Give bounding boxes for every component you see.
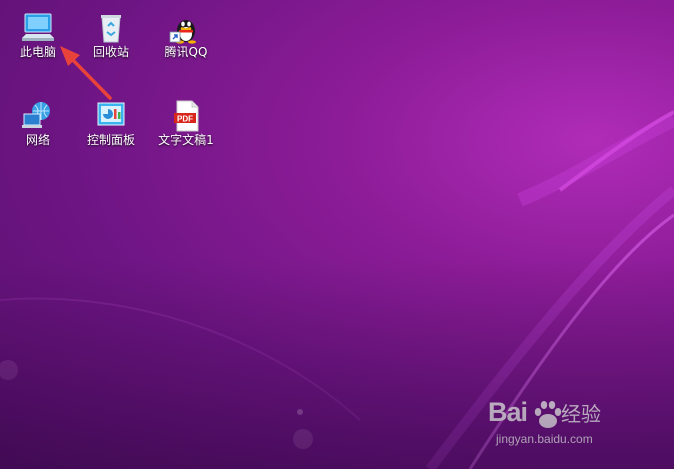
watermark-brand-text: Bai <box>488 397 528 427</box>
watermark-brand-suffix: 经验 <box>561 404 602 426</box>
baidu-paw-icon <box>534 401 562 428</box>
desktop[interactable]: 此电脑 回收站 腾讯QQ 网络 控制面板 PDF 文字文稿1 Bai 经验 ji… <box>0 0 674 469</box>
baidu-jingyan-watermark: Bai 经验 jingyan.baidu.com <box>488 397 638 455</box>
watermark-domain: jingyan.baidu.com <box>496 432 593 446</box>
